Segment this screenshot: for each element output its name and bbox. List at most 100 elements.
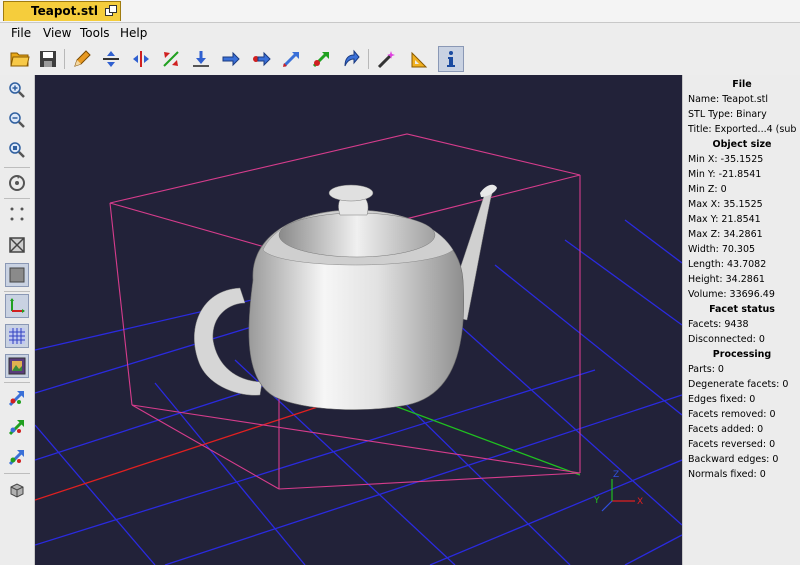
open-button[interactable] bbox=[7, 46, 33, 72]
grid-icon bbox=[9, 328, 25, 344]
file-section-header: File bbox=[732, 79, 752, 90]
toolbar-separator bbox=[4, 167, 30, 168]
reset-view-button[interactable] bbox=[5, 171, 29, 195]
processing-header: Processing bbox=[712, 349, 772, 360]
toolbar-separator bbox=[64, 49, 65, 69]
gizmo-z-label: Z bbox=[613, 470, 619, 480]
info-width: Width: 70.305 bbox=[688, 244, 756, 255]
view-front-icon bbox=[8, 391, 24, 407]
info-backward-edges: Backward edges: 0 bbox=[688, 454, 779, 465]
rotate-axis-button[interactable] bbox=[308, 46, 334, 72]
rotate-icon bbox=[282, 52, 299, 68]
main-toolbar bbox=[0, 43, 800, 76]
toolbar-separator bbox=[4, 291, 30, 292]
view-side-icon bbox=[8, 420, 24, 436]
translate-icon bbox=[222, 51, 240, 67]
info-title: Title: Exported...4 (sub 6) bbox=[688, 124, 800, 135]
bounding-box-icon bbox=[8, 357, 26, 375]
toolbar-separator bbox=[4, 198, 30, 199]
solid-icon bbox=[9, 267, 25, 283]
info-min-z: Min Z: 0 bbox=[688, 184, 727, 195]
info-facets-removed: Facets removed: 0 bbox=[688, 409, 776, 420]
info-min-y: Min Y: -21.8541 bbox=[688, 169, 762, 180]
repair-button[interactable] bbox=[373, 46, 399, 72]
wireframe-mode-button[interactable] bbox=[5, 233, 29, 257]
toolbar-separator bbox=[368, 49, 369, 69]
view-side-button[interactable] bbox=[5, 415, 29, 439]
scale-icon bbox=[253, 51, 271, 67]
info-length: Length: 43.7082 bbox=[688, 259, 767, 270]
mirror-xy-button[interactable] bbox=[98, 46, 124, 72]
mirror-xz-button[interactable] bbox=[158, 46, 184, 72]
view-toolbar bbox=[0, 75, 35, 565]
view-3d-button[interactable] bbox=[5, 478, 29, 502]
info-facets-added: Facets added: 0 bbox=[688, 424, 764, 435]
zoom-in-button[interactable] bbox=[5, 78, 29, 102]
info-panel: File Name: Teapot.stl STL Type: Binary T… bbox=[682, 75, 800, 565]
zoom-in-icon bbox=[9, 82, 25, 98]
toolbar-separator bbox=[4, 382, 30, 383]
facet-status-header: Facet status bbox=[709, 304, 775, 315]
scene-canvas: X Y Z bbox=[35, 133, 682, 565]
mirror-xz-icon bbox=[163, 51, 179, 67]
zoom-fit-button[interactable] bbox=[5, 138, 29, 162]
info-disconnected: Disconnected: 0 bbox=[688, 334, 765, 345]
axes-gizmo: X Y Z bbox=[593, 470, 643, 512]
info-facets-reversed: Facets reversed: 0 bbox=[688, 439, 776, 450]
pencil-icon bbox=[74, 50, 91, 67]
translate-button[interactable] bbox=[218, 46, 244, 72]
mirror-yz-icon bbox=[133, 51, 149, 67]
mirror-yz-button[interactable] bbox=[128, 46, 154, 72]
rotate-axis-icon bbox=[312, 52, 329, 68]
view-3d-icon bbox=[10, 483, 24, 498]
zoom-out-button[interactable] bbox=[5, 108, 29, 132]
rotate-button[interactable] bbox=[278, 46, 304, 72]
info-height: Height: 34.2861 bbox=[688, 274, 765, 285]
save-icon bbox=[40, 51, 56, 67]
menu-view[interactable]: View bbox=[43, 26, 71, 40]
save-button[interactable] bbox=[35, 46, 61, 72]
redo-icon bbox=[344, 49, 360, 67]
reset-view-icon bbox=[9, 175, 25, 191]
measure-button[interactable] bbox=[407, 46, 433, 72]
teapot-model bbox=[194, 184, 497, 410]
detach-tab-icon[interactable] bbox=[105, 5, 117, 17]
info-facets: Facets: 9438 bbox=[688, 319, 749, 330]
info-icon bbox=[447, 51, 455, 67]
menu-help[interactable]: Help bbox=[120, 26, 147, 40]
show-bounding-box-button[interactable] bbox=[5, 354, 29, 378]
tab-title: Teapot.stl bbox=[31, 4, 98, 18]
info-max-x: Max X: 35.1525 bbox=[688, 199, 763, 210]
info-max-z: Max Z: 34.2861 bbox=[688, 229, 763, 240]
info-parts: Parts: 0 bbox=[688, 364, 724, 375]
info-volume: Volume: 33696.49 bbox=[688, 289, 775, 300]
info-stl-type: STL Type: Binary bbox=[688, 109, 767, 120]
info-name: Name: Teapot.stl bbox=[688, 94, 769, 105]
wireframe-icon bbox=[9, 237, 25, 253]
view-top-button[interactable] bbox=[5, 445, 29, 469]
tab-bar: Teapot.stl bbox=[0, 0, 800, 23]
zoom-out-icon bbox=[9, 112, 25, 128]
toolbar-separator bbox=[4, 473, 30, 474]
menu-file[interactable]: File bbox=[11, 26, 31, 40]
info-button[interactable] bbox=[438, 46, 464, 72]
info-max-y: Max Y: 21.8541 bbox=[688, 214, 761, 225]
axes-icon bbox=[10, 298, 25, 313]
magic-wand-icon bbox=[377, 51, 395, 69]
view-front-button[interactable] bbox=[5, 386, 29, 410]
show-axes-button[interactable] bbox=[5, 294, 29, 318]
3d-viewport[interactable]: X Y Z bbox=[35, 75, 682, 565]
show-grid-button[interactable] bbox=[5, 324, 29, 348]
edit-button[interactable] bbox=[69, 46, 95, 72]
tab-teapot[interactable]: Teapot.stl bbox=[3, 1, 121, 21]
redo-button[interactable] bbox=[338, 46, 364, 72]
scale-button[interactable] bbox=[248, 46, 274, 72]
gizmo-y-label: Y bbox=[593, 496, 600, 506]
menu-bar: File View Tools Help bbox=[0, 23, 800, 43]
zoom-fit-icon bbox=[9, 142, 25, 158]
info-min-x: Min X: -35.1525 bbox=[688, 154, 764, 165]
points-mode-button[interactable] bbox=[5, 202, 29, 226]
drop-to-floor-button[interactable] bbox=[188, 46, 214, 72]
menu-tools[interactable]: Tools bbox=[80, 26, 110, 40]
solid-mode-button[interactable] bbox=[5, 263, 29, 287]
